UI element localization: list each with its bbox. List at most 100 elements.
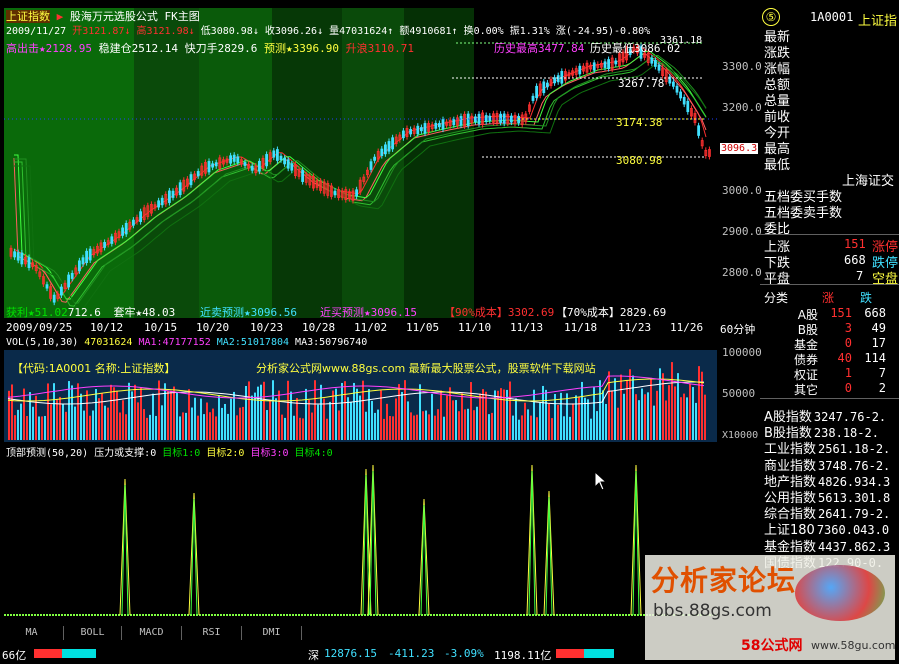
breadth-row-name: 其它 — [793, 383, 818, 397]
breadth-header-cell: 分类 — [764, 291, 789, 305]
watermark-brand-url: www.58gu.com — [811, 639, 896, 652]
stock-name: 上证指 — [858, 14, 898, 29]
tab-rsi[interactable]: RSI — [182, 626, 242, 640]
price-tick: 3000.0 — [722, 184, 762, 197]
indicator-header: 顶部预测(50,20) 压力或支撑:0 目标1:0 目标2:0 目标3:0 目标… — [6, 448, 333, 459]
price-tick: 3200.0 — [722, 101, 762, 114]
price-current-tag: 3096.3 — [720, 143, 759, 154]
breadth-header-cell: 跌 — [860, 291, 873, 305]
date-tick: 11/26 — [670, 321, 704, 334]
quote-turnover: 换0.00% — [463, 26, 504, 37]
date-tick: 11/10 — [458, 321, 492, 334]
breadth-header-cell: 涨 — [822, 291, 835, 305]
down-value: 668 — [844, 253, 866, 267]
overlay-build-pos: 稳建仓2512.14 — [98, 42, 178, 55]
date-tick: 11/13 — [510, 321, 544, 334]
tab-ma[interactable]: MA — [0, 626, 64, 640]
stock-code: 1A0001 — [810, 10, 854, 24]
forum-watermark: 分析家论坛 bbs.88gs.com 58公式网 www.58gu.com — [645, 555, 895, 660]
overlay-quick-blade: 快刀手2829.6 — [184, 42, 258, 55]
breadth-row-up: 3 — [844, 321, 852, 335]
date-tick: 2009/09/25 — [6, 321, 73, 334]
watermark-url: bbs.88gs.com — [653, 601, 772, 621]
shen-pct: -3.09% — [444, 647, 484, 660]
date-tick: 10/23 — [250, 321, 284, 334]
overlay-cost90: 【90%成本】3302.69 — [444, 306, 555, 318]
date-axis: 2009/09/25 10/12 10/15 10/20 10/23 10/28… — [4, 320, 755, 336]
date-tick: 11/18 — [564, 321, 598, 334]
quote-date: 2009/11/27 — [6, 26, 67, 37]
period-label[interactable]: 60分钟 — [720, 321, 755, 337]
quote-side-panel: ⑤ 1A0001 上证指 最新 涨跌 涨幅 总额 总量 前收 今开 最高 最低 … — [760, 8, 899, 571]
volume-info: 【代码:1A0001 名称:上证指数】 — [12, 362, 176, 375]
quote-amount: 额4910681 — [399, 26, 452, 37]
breadth-row-up: 40 — [837, 351, 852, 365]
date-tick: 11/05 — [406, 321, 440, 334]
overlay-cost70: 【70%成本】2829.69 — [556, 306, 667, 318]
quote-change: 涨(-24.95)-0.80% — [555, 26, 651, 37]
tab-dmi[interactable]: DMI — [242, 626, 302, 640]
price-tick: 2800.0 — [722, 266, 762, 279]
status-left: 66亿 — [2, 649, 27, 662]
price-chart-panel[interactable]: 上证指数 ▶ 股海万元选股公式 FK主图 2009/11/27 开3121.87… — [4, 8, 717, 318]
price-tick: 2900.0 — [722, 225, 762, 238]
overlay-row-1: 高出击★2128.95 稳建仓2512.14 快刀手2829.6 预测★3396… — [6, 40, 414, 56]
vol-axis-mid: 50000 — [722, 387, 756, 400]
breadth-row-up: 1 — [844, 366, 852, 380]
overlay-hist-high: 历史最高3477.84 — [494, 42, 585, 55]
date-tick: 10/15 — [144, 321, 178, 334]
breadth-row-up: 151 — [830, 306, 852, 320]
status-bar-red-2 — [556, 649, 584, 658]
vol-axis-top: 100000 — [722, 346, 762, 359]
quote-high: 高3121.98 — [136, 26, 189, 37]
flat-value: 7 — [856, 269, 864, 283]
overlay-high-point: 高出击★2128.95 — [6, 42, 92, 55]
volume-site: 分析家公式网www.88gs.com 最新最大股票公式，股票软件下载网站 — [256, 362, 596, 375]
indicator-chart-svg — [4, 464, 717, 616]
date-tick: 11/02 — [354, 321, 388, 334]
up-value: 151 — [844, 237, 866, 251]
date-tick: 10/12 — [90, 321, 124, 334]
overlay-near-buy: 近买预测★3096.15 — [320, 306, 417, 318]
watermark-brand: 58公式网 — [741, 638, 803, 654]
overlay-bottom-row: 获利★51.02712.6 套牢★48.03 — [6, 306, 176, 318]
breadth-row-up: 0 — [844, 336, 852, 350]
price-tick: 3300.0 — [722, 60, 762, 73]
breadth-row-down: 7 — [878, 366, 886, 380]
tab-macd[interactable]: MACD — [122, 626, 182, 640]
overlay-profit: 获利★51.02 — [6, 306, 68, 318]
window-badge[interactable]: ⑤ — [762, 8, 780, 26]
status-bar-cyan-2 — [584, 649, 614, 658]
breadth-row-down: 49 — [871, 321, 886, 335]
status-bar-red — [34, 649, 62, 658]
breadth-row-up: 0 — [844, 381, 852, 395]
watermark-title: 分析家论坛 — [651, 564, 797, 597]
quote-low: 低3080.98 — [200, 26, 253, 37]
shen-change: -411.23 — [388, 647, 435, 660]
volume-chart-svg — [7, 362, 706, 440]
label-low: 最低 — [764, 158, 791, 173]
overlay-line-3: 3080.98 — [616, 154, 663, 167]
header-row-2: 2009/11/27 开3121.87↓ 高3121.98↓ 低3080.98↓… — [6, 26, 651, 37]
quote-volume: 量47031624 — [329, 26, 388, 37]
shen-amount: 1198.11亿 — [494, 649, 552, 662]
quote-close: 收3096.26 — [264, 26, 318, 37]
overlay-line-2: 3174.38 — [616, 116, 663, 129]
overlay-line-1: 3267.78 — [618, 77, 665, 90]
overlay-forecast: 预测★3396.90 — [263, 42, 339, 55]
overlay-near-sell: 近卖预测★3096.56 — [200, 306, 297, 318]
breadth-row-down: 668 — [864, 306, 886, 320]
watermark-logo-icon — [795, 565, 885, 621]
quote-amplitude: 振1.31% — [509, 26, 550, 37]
tab-boll[interactable]: BOLL — [64, 626, 122, 640]
date-tick: 10/20 — [196, 321, 230, 334]
indicator-panel[interactable]: 顶部预测(50,20) 压力或支撑:0 目标1:0 目标2:0 目标3:0 目标… — [4, 443, 717, 623]
breadth-row-down: 2 — [878, 381, 886, 395]
vol-axis-unit: X10000 — [722, 430, 759, 441]
breadth-row-down: 114 — [864, 351, 886, 365]
volume-panel[interactable]: VOL(5,10,30) 47031624 MA1:47177152 MA2:5… — [4, 336, 717, 442]
date-tick: 10/28 — [302, 321, 336, 334]
quote-open: 开3121.87 — [72, 26, 125, 37]
market-name: 上海证交 — [842, 174, 895, 189]
shen-label: 深 — [308, 649, 319, 662]
